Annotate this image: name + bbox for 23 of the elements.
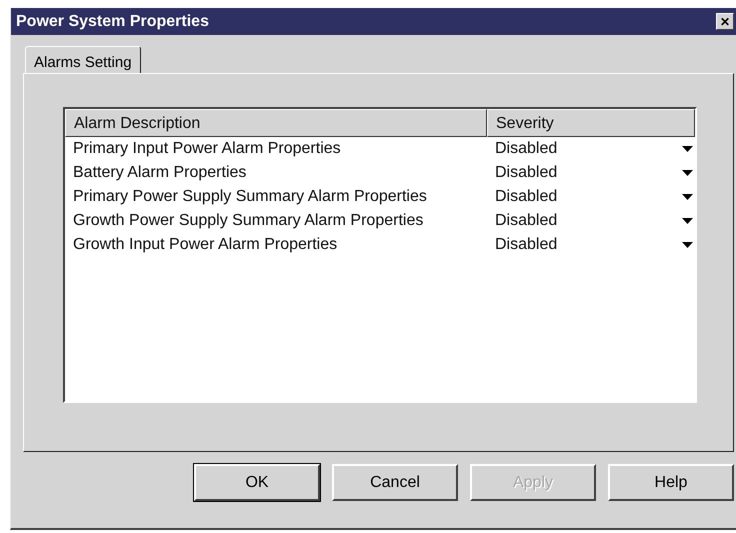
- table-cell-text: Primary Power Supply Summary Alarm Properties: [72, 188, 428, 206]
- dropdown-arrow-icon[interactable]: [682, 242, 693, 248]
- column-header[interactable]: Alarm Description: [65, 109, 487, 137]
- dialog-button[interactable]: Help: [608, 464, 734, 501]
- severity-value[interactable]: Disabled: [487, 236, 682, 254]
- dialog-button[interactable]: Cancel: [332, 464, 458, 501]
- severity-value[interactable]: Disabled: [487, 188, 682, 206]
- dropdown-arrow-icon[interactable]: [682, 146, 693, 152]
- table-cell-text: Growth Power Supply Summary Alarm Properties: [72, 212, 424, 230]
- severity-value[interactable]: Disabled: [487, 212, 682, 230]
- table-cell-text: Primary Input Power Alarm Properties: [72, 140, 342, 158]
- severity-value[interactable]: Disabled: [487, 140, 682, 158]
- window-title: Power System Properties: [16, 12, 209, 30]
- tab[interactable]: Alarms Setting: [25, 46, 141, 73]
- dropdown-arrow-icon[interactable]: [682, 194, 693, 200]
- severity-value[interactable]: Disabled: [487, 164, 682, 182]
- close-button[interactable]: ✕: [716, 13, 734, 30]
- table-cell-text: Growth Input Power Alarm Properties: [72, 236, 338, 254]
- dropdown-arrow-icon[interactable]: [682, 218, 693, 224]
- column-header[interactable]: Severity: [487, 109, 695, 137]
- table-cell-text: Battery Alarm Properties: [72, 164, 248, 182]
- dialog-button[interactable]: OK: [194, 464, 320, 501]
- dropdown-arrow-icon[interactable]: [682, 170, 693, 176]
